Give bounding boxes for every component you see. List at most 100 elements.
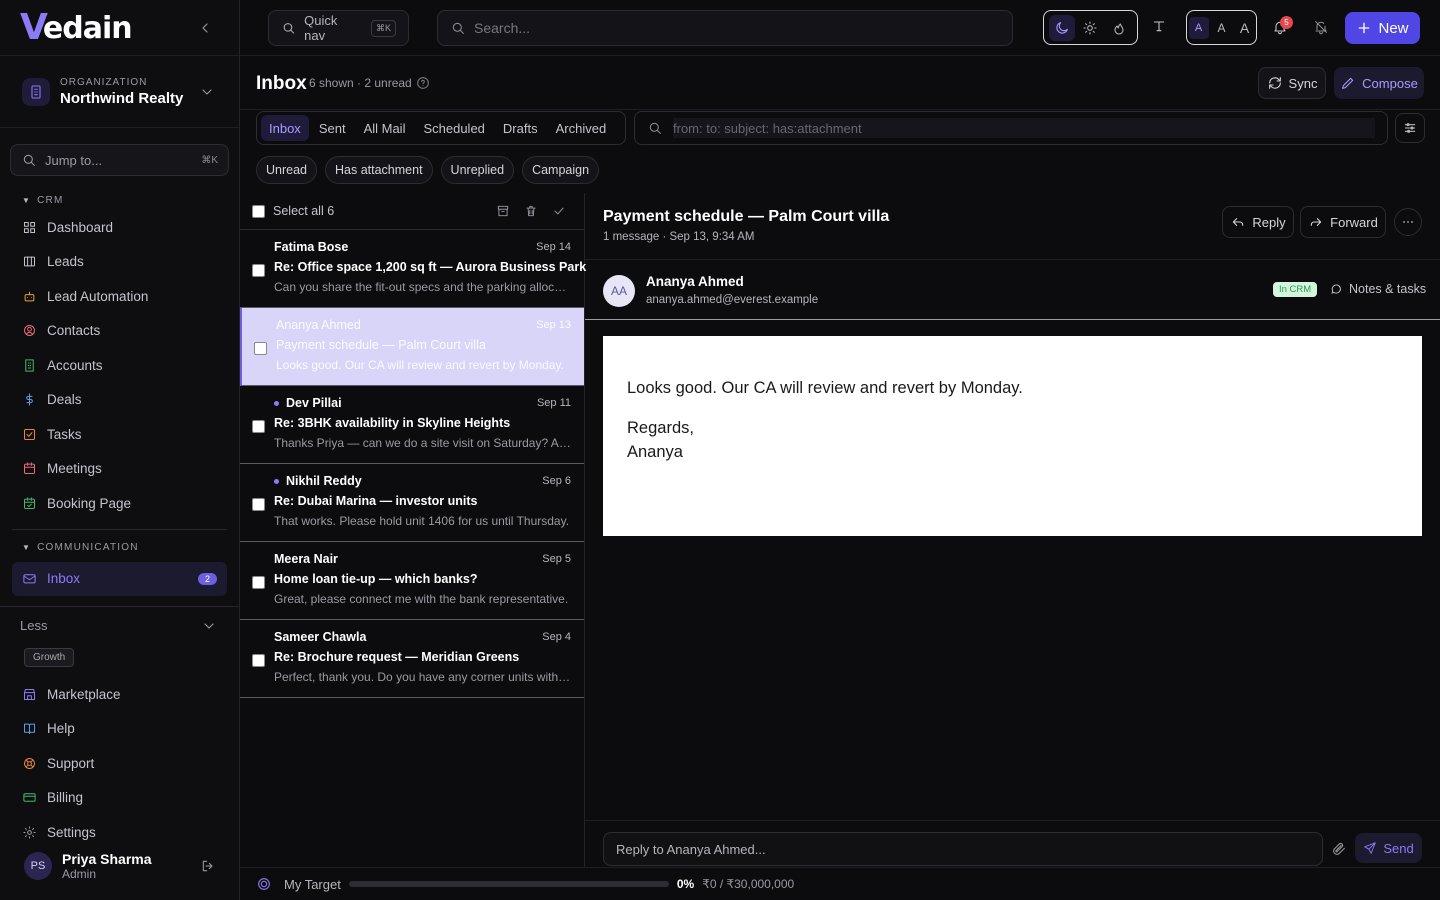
quick-reply-input[interactable] (603, 832, 1323, 866)
mute-notifications-button[interactable] (1313, 19, 1329, 35)
sidebar-item-label: Meetings (47, 461, 102, 477)
attach-button[interactable] (1331, 841, 1347, 857)
sync-button[interactable]: Sync (1258, 67, 1326, 99)
message-checkbox[interactable] (252, 654, 265, 667)
help-circle-icon[interactable] (415, 75, 431, 91)
in-crm-badge: In CRM (1273, 282, 1318, 297)
forward-button[interactable]: Forward (1300, 206, 1386, 238)
message-row[interactable]: Meera Nair Sep 5 Home loan tie-up — whic… (240, 542, 584, 620)
sidebar-item-leads[interactable]: Leads (0, 245, 239, 280)
sidebar-item-inbox[interactable]: Inbox 2 (12, 561, 227, 596)
message-checkbox[interactable] (254, 342, 267, 355)
reply-button[interactable]: Reply (1222, 206, 1294, 238)
quick-nav-button[interactable]: Quick nav ⌘K (268, 10, 409, 46)
message-checkbox[interactable] (252, 498, 265, 511)
bulk-actions (496, 204, 566, 218)
dark-theme-button[interactable] (1049, 14, 1076, 41)
sidebar-item-dashboard[interactable]: Dashboard (0, 210, 239, 245)
global-search-input[interactable] (474, 20, 1000, 36)
sidebar-item-booking-page[interactable]: Booking Page (0, 486, 239, 521)
organization-switcher[interactable]: ORGANIZATION Northwind Realty (0, 56, 239, 128)
message-row[interactable]: Sameer Chawla Sep 4 Re: Brochure request… (240, 620, 584, 698)
collapse-sidebar-button[interactable] (197, 20, 213, 36)
flame-icon (1114, 22, 1124, 35)
select-all-checkbox[interactable] (252, 204, 265, 218)
font-size-large[interactable]: A (1235, 17, 1255, 39)
sidebar-item-label: Tasks (47, 426, 82, 442)
mark-read-button[interactable] (552, 204, 566, 218)
sidebar-item-billing[interactable]: Billing (0, 781, 239, 816)
sidebar-item-contacts[interactable]: Contacts (0, 314, 239, 349)
chip-unread[interactable]: Unread (256, 156, 317, 184)
chip-has-attachment[interactable]: Has attachment (325, 156, 433, 184)
user-profile[interactable]: PS Priya Sharma Admin (0, 844, 240, 888)
message-checkbox[interactable] (252, 576, 265, 589)
logout-button[interactable] (200, 858, 216, 874)
sidebar-item-help[interactable]: Help (0, 712, 239, 747)
select-all-label: Select all 6 (273, 204, 335, 218)
more-actions-button[interactable] (1394, 208, 1422, 236)
archive-button[interactable] (496, 204, 510, 218)
tab-archived[interactable]: Archived (548, 115, 615, 141)
message-circle-icon (1331, 284, 1341, 294)
tab-scheduled[interactable]: Scheduled (415, 115, 492, 141)
chevron-down-icon (199, 84, 215, 100)
communication-section-header[interactable]: ▼ COMMUNICATION (0, 538, 239, 558)
font-size-small[interactable]: A (1188, 16, 1209, 39)
sidebar-item-marketplace[interactable]: Marketplace (0, 677, 239, 712)
message-sender: Meera Nair (274, 552, 338, 566)
message-row[interactable]: Dev Pillai Sep 11 Re: 3BHK availability … (240, 386, 584, 464)
typography-button[interactable] (1151, 18, 1167, 34)
organization-name: Northwind Realty (60, 89, 184, 107)
warm-theme-button[interactable] (1106, 15, 1132, 41)
font-size-medium[interactable]: A (1212, 17, 1232, 39)
message-date: Sep 6 (542, 475, 571, 487)
growth-tag: Growth (24, 648, 75, 667)
jump-to-input[interactable]: Jump to... ⌘K (10, 144, 229, 176)
message-subject: Re: 3BHK availability in Skyline Heights (274, 416, 511, 430)
tab-drafts[interactable]: Drafts (495, 115, 546, 141)
page-header: Inbox 6 shown · 2 unread Sync Compose (240, 56, 1440, 110)
message-checkbox[interactable] (252, 420, 265, 433)
message-sender: Fatima Bose (274, 240, 348, 254)
inbox-count-meta: 6 shown · 2 unread (309, 76, 412, 90)
sidebar-item-meetings[interactable]: Meetings (0, 452, 239, 487)
advanced-filter-button[interactable] (1395, 113, 1425, 143)
sidebar-item-label: Lead Automation (47, 288, 149, 304)
sliders-icon (1404, 123, 1416, 133)
sidebar-item-deals[interactable]: Deals (0, 383, 239, 418)
light-theme-button[interactable] (1077, 15, 1103, 41)
sidebar-item-label: Help (47, 721, 75, 737)
sidebar-item-label: Billing (47, 790, 84, 806)
notes-tasks-button[interactable]: Notes & tasks (1329, 282, 1426, 296)
tab-sent[interactable]: Sent (311, 115, 354, 141)
tab-inbox[interactable]: Inbox (261, 115, 309, 141)
plus-icon (1359, 22, 1370, 34)
sidebar-item-lead-automation[interactable]: Lead Automation (0, 279, 239, 314)
chevron-left-icon (202, 23, 208, 33)
target-icon (258, 878, 270, 890)
app-logo[interactable]: V edain (20, 9, 133, 46)
columns-icon (24, 256, 35, 267)
sidebar-item-support[interactable]: Support (0, 746, 239, 781)
sidebar-item-accounts[interactable]: Accounts (0, 348, 239, 383)
delete-button[interactable] (524, 204, 538, 218)
reader-meta: 1 message · Sep 13, 9:34 AM (603, 231, 755, 243)
message-row[interactable]: Fatima Bose Sep 14 Re: Office space 1,20… (240, 230, 586, 308)
sidebar-item-tasks[interactable]: Tasks (0, 417, 239, 452)
new-button[interactable]: New (1345, 12, 1420, 44)
chip-unreplied[interactable]: Unreplied (440, 156, 515, 184)
compose-button[interactable]: Compose (1334, 67, 1424, 99)
sender-name: Nikhil Reddy (286, 474, 362, 488)
message-row[interactable]: Nikhil Reddy Sep 6 Re: Dubai Marina — in… (240, 464, 584, 542)
less-toggle[interactable]: Less (0, 606, 239, 644)
crm-section-header[interactable]: ▼ CRM (0, 190, 239, 210)
target-progress-bar (348, 881, 669, 887)
tab-all-mail[interactable]: All Mail (356, 115, 414, 141)
mail-filter-input[interactable] (673, 118, 1375, 138)
message-row-selected[interactable]: Ananya Ahmed Sep 13 Payment schedule — P… (240, 308, 584, 386)
send-button[interactable]: Send (1355, 833, 1422, 863)
sender-name[interactable]: Ananya Ahmed (646, 274, 744, 289)
message-checkbox[interactable] (252, 264, 265, 277)
chip-campaign[interactable]: Campaign (522, 156, 600, 184)
